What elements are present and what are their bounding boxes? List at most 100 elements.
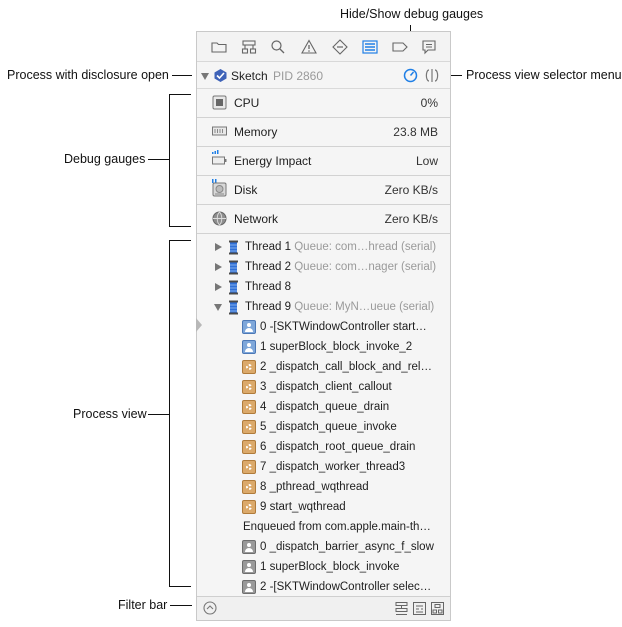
stack-frame-row[interactable]: 9 start_wqthread — [197, 497, 450, 517]
callout-process-view-selector: Process view selector menu — [466, 68, 622, 82]
stack-frame-row[interactable]: 6 _dispatch_root_queue_drain — [197, 437, 450, 457]
thread-queue: Queue: com…hread (serial) — [294, 241, 437, 253]
folder-icon[interactable] — [210, 38, 228, 56]
gauge-value: Zero KB/s — [384, 212, 438, 226]
filter-input[interactable] — [221, 600, 387, 617]
gauge-network[interactable]: Network Zero KB/s — [197, 205, 450, 234]
frame-label: 9 start_wqthread — [260, 501, 346, 513]
gray-frame-icon — [242, 580, 256, 594]
thread-queue: Queue: MyN…ueue (serial) — [294, 301, 435, 313]
system-frame-icon — [242, 380, 256, 394]
filter-menu-icon[interactable] — [203, 601, 217, 615]
gauges-toggle-icon[interactable] — [403, 68, 418, 83]
gauge-value: 0% — [420, 96, 438, 110]
stack-frame-row[interactable]: 1 superBlock_block_invoke — [197, 557, 450, 577]
thread-name: Thread 1 — [245, 241, 292, 253]
stack-frame-row[interactable]: 5 _dispatch_queue_invoke — [197, 417, 450, 437]
gray-frame-icon — [242, 540, 256, 554]
collapse-handle-icon[interactable] — [196, 318, 202, 332]
callout-bracket-process-view — [169, 240, 170, 587]
memory-icon — [212, 124, 227, 139]
process-view: Thread 1 Queue: com…hread (serial) Threa… — [197, 237, 450, 597]
enqueued-row[interactable]: Enqueued from com.apple.main-th… — [197, 517, 450, 537]
log-icon[interactable] — [420, 38, 438, 56]
frame-label: 6 _dispatch_root_queue_drain — [260, 441, 416, 453]
process-row[interactable]: Sketch PID 2860 — [197, 63, 450, 89]
system-frame-icon — [242, 480, 256, 494]
debug-navigator-panel: Sketch PID 2860 CPU 0% Memory 23.8 MB En… — [196, 31, 451, 621]
gauge-memory[interactable]: Memory 23.8 MB — [197, 118, 450, 154]
stack-frame-row[interactable]: 4 _dispatch_queue_drain — [197, 397, 450, 417]
frame-label: 1 superBlock_block_invoke — [260, 561, 400, 573]
breakpoint-icon[interactable] — [391, 38, 409, 56]
disclosure-closed-icon[interactable] — [215, 283, 222, 291]
disclosure-open-icon[interactable] — [201, 73, 209, 80]
thread-icon — [227, 260, 240, 275]
search-icon[interactable] — [269, 38, 287, 56]
disclosure-closed-icon[interactable] — [215, 263, 222, 271]
thread-name: Thread 9 — [245, 301, 292, 313]
frame-label: 7 _dispatch_worker_thread3 — [260, 461, 406, 473]
disk-icon — [212, 182, 227, 197]
thread-row[interactable]: Thread 8 — [197, 277, 450, 297]
process-view-selector-icon[interactable] — [423, 68, 441, 83]
system-frame-icon — [242, 400, 256, 414]
thread-name: Thread 2 — [245, 261, 292, 273]
system-frame-icon — [242, 460, 256, 474]
system-frame-icon — [242, 420, 256, 434]
frame-label: 0 _dispatch_barrier_async_f_slow — [260, 541, 434, 553]
thread-row[interactable]: Thread 1 Queue: com…hread (serial) — [197, 237, 450, 257]
gauge-disk[interactable]: Disk Zero KB/s — [197, 176, 450, 205]
stack-frame-row[interactable]: 8 _pthread_wqthread — [197, 477, 450, 497]
debug-navigator-icon[interactable] — [361, 38, 379, 56]
stack-frame-row[interactable]: 0 _dispatch_barrier_async_f_slow — [197, 537, 450, 557]
thread-row[interactable]: Thread 2 Queue: com…nager (serial) — [197, 257, 450, 277]
gauge-value: Zero KB/s — [384, 183, 438, 197]
frame-label: 1 superBlock_block_invoke_2 — [260, 341, 413, 353]
stack-frame-row[interactable]: 7 _dispatch_worker_thread3 — [197, 457, 450, 477]
thread-name: Thread 8 — [245, 281, 292, 293]
thread-row[interactable]: Thread 9 Queue: MyN…ueue (serial) — [197, 297, 450, 317]
disclosure-open-icon[interactable] — [214, 304, 222, 311]
system-frame-icon — [242, 360, 256, 374]
hierarchy-icon[interactable] — [240, 38, 258, 56]
gauge-energy[interactable]: Energy Impact Low — [197, 147, 450, 183]
warning-icon[interactable] — [300, 38, 318, 56]
stack-frame-row[interactable]: 2 _dispatch_call_block_and_rel… — [197, 357, 450, 377]
user-frame-icon — [242, 320, 256, 334]
frame-label: 3 _dispatch_client_callout — [260, 381, 392, 393]
filter-bar — [197, 596, 450, 620]
gauge-name: Disk — [234, 183, 258, 197]
gauge-value: Low — [415, 154, 438, 168]
stack-frame-row[interactable]: 1 superBlock_block_invoke_2 — [197, 337, 450, 357]
thread-icon — [227, 240, 240, 255]
callout-line-process-view-h — [148, 414, 169, 415]
stack-frame-row[interactable]: 2 -[SKTWindowController selec… — [197, 577, 450, 597]
callout-bracket-process-view-bottom — [169, 586, 191, 587]
gauge-value: 23.8 MB — [393, 125, 438, 139]
filter-option-3-icon[interactable] — [430, 601, 445, 616]
system-frame-icon — [242, 440, 256, 454]
test-icon[interactable] — [331, 38, 349, 56]
memory-level-bars — [212, 141, 222, 154]
filter-option-2-icon[interactable] — [412, 601, 427, 616]
gauge-cpu[interactable]: CPU 0% — [197, 89, 450, 118]
filter-option-1-icon[interactable] — [394, 601, 409, 616]
app-icon — [213, 68, 228, 83]
process-name: Sketch — [231, 69, 268, 83]
thread-icon — [227, 280, 240, 295]
gauge-name: Energy Impact — [234, 154, 312, 168]
enqueued-label: Enqueued from com.apple.main-th… — [243, 521, 431, 533]
callout-process-view: Process view — [73, 407, 147, 421]
frame-label: 5 _dispatch_queue_invoke — [260, 421, 397, 433]
callout-line-gauges-h — [148, 159, 169, 160]
frame-label: 2 -[SKTWindowController selec… — [260, 581, 432, 593]
stack-frame-row[interactable]: 3 _dispatch_client_callout — [197, 377, 450, 397]
stack-frame-row[interactable]: 0 -[SKTWindowController start… — [197, 317, 450, 337]
navigator-toolbar — [197, 32, 450, 62]
gauge-name: CPU — [234, 96, 260, 110]
callout-bracket-gauges — [169, 94, 170, 227]
cpu-icon — [212, 95, 227, 110]
callout-hide-show-debug-gauges: Hide/Show debug gauges — [340, 7, 484, 21]
disclosure-closed-icon[interactable] — [215, 243, 222, 251]
